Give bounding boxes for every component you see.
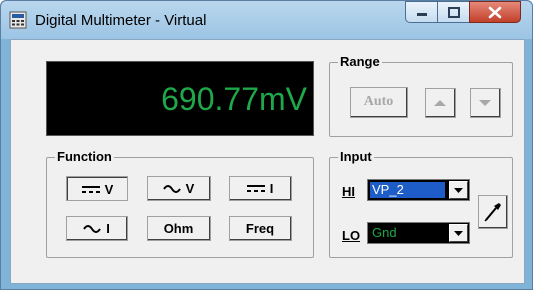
reading-display: 690.77mV: [46, 61, 314, 136]
freq-label: Freq: [245, 220, 275, 236]
minimize-icon: [416, 13, 427, 16]
lo-select[interactable]: Gnd: [367, 222, 470, 244]
ac-voltage-button[interactable]: V: [147, 176, 211, 201]
arrow-up-icon: [434, 99, 446, 106]
input-label: Input: [338, 149, 374, 164]
minimize-button[interactable]: [405, 1, 438, 23]
dc-current-label: I: [269, 180, 274, 196]
ac-current-label: I: [106, 220, 110, 236]
title-bar[interactable]: Digital Multimeter - Virtual: [1, 1, 532, 39]
dc-symbol-icon: [246, 184, 265, 192]
range-down-button[interactable]: [470, 88, 501, 118]
function-group: Function: [46, 149, 314, 258]
app-icon: [9, 11, 27, 29]
hi-select-value: VP_2: [370, 182, 445, 198]
hi-label: HI: [342, 184, 355, 199]
close-button[interactable]: [469, 1, 521, 23]
close-icon: [488, 6, 502, 18]
dc-voltage-button[interactable]: V: [66, 176, 128, 201]
auto-range-button[interactable]: Auto: [350, 87, 408, 118]
ac-voltage-label: V: [185, 180, 195, 196]
dc-voltage-label: V: [104, 181, 114, 197]
dc-current-button[interactable]: I: [229, 176, 292, 201]
lo-select-value: Gnd: [370, 225, 445, 241]
ohm-button[interactable]: Ohm: [147, 216, 211, 241]
maximize-button[interactable]: [437, 1, 470, 23]
lo-label: LO: [342, 228, 360, 243]
arrow-down-icon: [479, 99, 491, 106]
window-title: Digital Multimeter - Virtual: [35, 12, 207, 29]
reading-value: 690.77mV: [161, 81, 307, 117]
dropdown-arrow-icon: [454, 230, 463, 236]
ohm-label: Ohm: [163, 220, 194, 236]
function-label: Function: [55, 149, 114, 164]
ac-current-button[interactable]: I: [66, 216, 128, 241]
dropdown-arrow-icon: [454, 187, 463, 193]
maximize-icon: [447, 6, 460, 18]
ac-symbol-icon: [83, 224, 102, 233]
lo-dropdown-button[interactable]: [449, 224, 468, 242]
hi-dropdown-button[interactable]: [449, 181, 468, 199]
probe-icon: [483, 202, 501, 222]
lo-label-text: LO: [342, 228, 361, 243]
range-label: Range: [338, 54, 382, 69]
ac-symbol-icon: [162, 184, 181, 193]
dc-symbol-icon: [81, 185, 100, 193]
auto-range-label: Auto: [363, 94, 394, 109]
probe-button[interactable]: [478, 195, 508, 229]
hi-select[interactable]: VP_2: [367, 179, 470, 201]
range-up-button[interactable]: [425, 88, 456, 118]
freq-button[interactable]: Freq: [229, 216, 292, 241]
